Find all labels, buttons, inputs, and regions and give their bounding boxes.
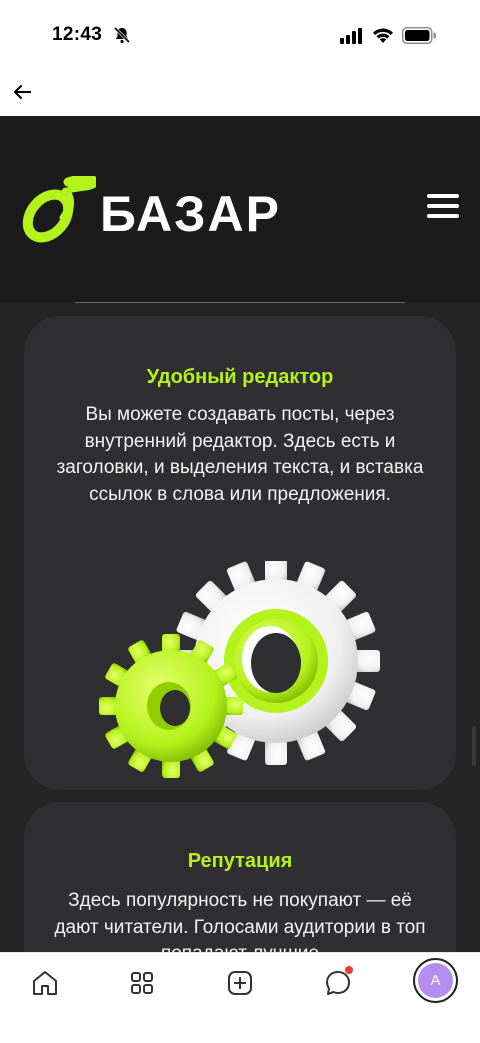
avatar-letter: A <box>418 963 453 998</box>
status-bar: 12:43 <box>0 0 480 70</box>
card-text: Здесь популярность не покупают — её дают… <box>54 890 426 952</box>
scrollbar-thumb[interactable] <box>472 726 476 766</box>
mute-icon <box>113 26 131 44</box>
chat-button[interactable] <box>320 965 356 1001</box>
notification-dot <box>344 965 354 975</box>
logo-text[interactable]: БАЗАР <box>100 186 281 242</box>
signal-icon <box>340 28 362 44</box>
battery-icon <box>402 27 436 44</box>
back-arrow-icon[interactable] <box>10 78 38 106</box>
card-title: Репутация <box>187 850 293 872</box>
menu-button[interactable] <box>424 194 462 224</box>
status-time: 12:43 <box>52 24 103 45</box>
home-icon[interactable] <box>27 965 63 1001</box>
menu-icon <box>427 194 459 198</box>
card-title: Удобный редактор <box>146 366 334 388</box>
gears-illustration <box>99 561 380 778</box>
avatar[interactable]: A <box>413 958 458 1003</box>
card-text: Вы можете создавать посты, через внутрен… <box>56 404 424 505</box>
wifi-icon <box>373 28 393 43</box>
logo-icon[interactable] <box>20 176 96 246</box>
feature-card-reputation: Репутация Здесь популярность не покупают… <box>24 802 456 952</box>
grid-icon[interactable] <box>124 965 160 1001</box>
main-content: Удобный редактор Вы можете создавать пос… <box>0 302 480 952</box>
feature-card-editor: Удобный редактор Вы можете создавать пос… <box>24 316 456 790</box>
bottom-tab-bar: A <box>0 952 480 1043</box>
divider <box>75 302 405 303</box>
add-icon[interactable] <box>222 965 258 1001</box>
nav-bar <box>0 70 480 116</box>
